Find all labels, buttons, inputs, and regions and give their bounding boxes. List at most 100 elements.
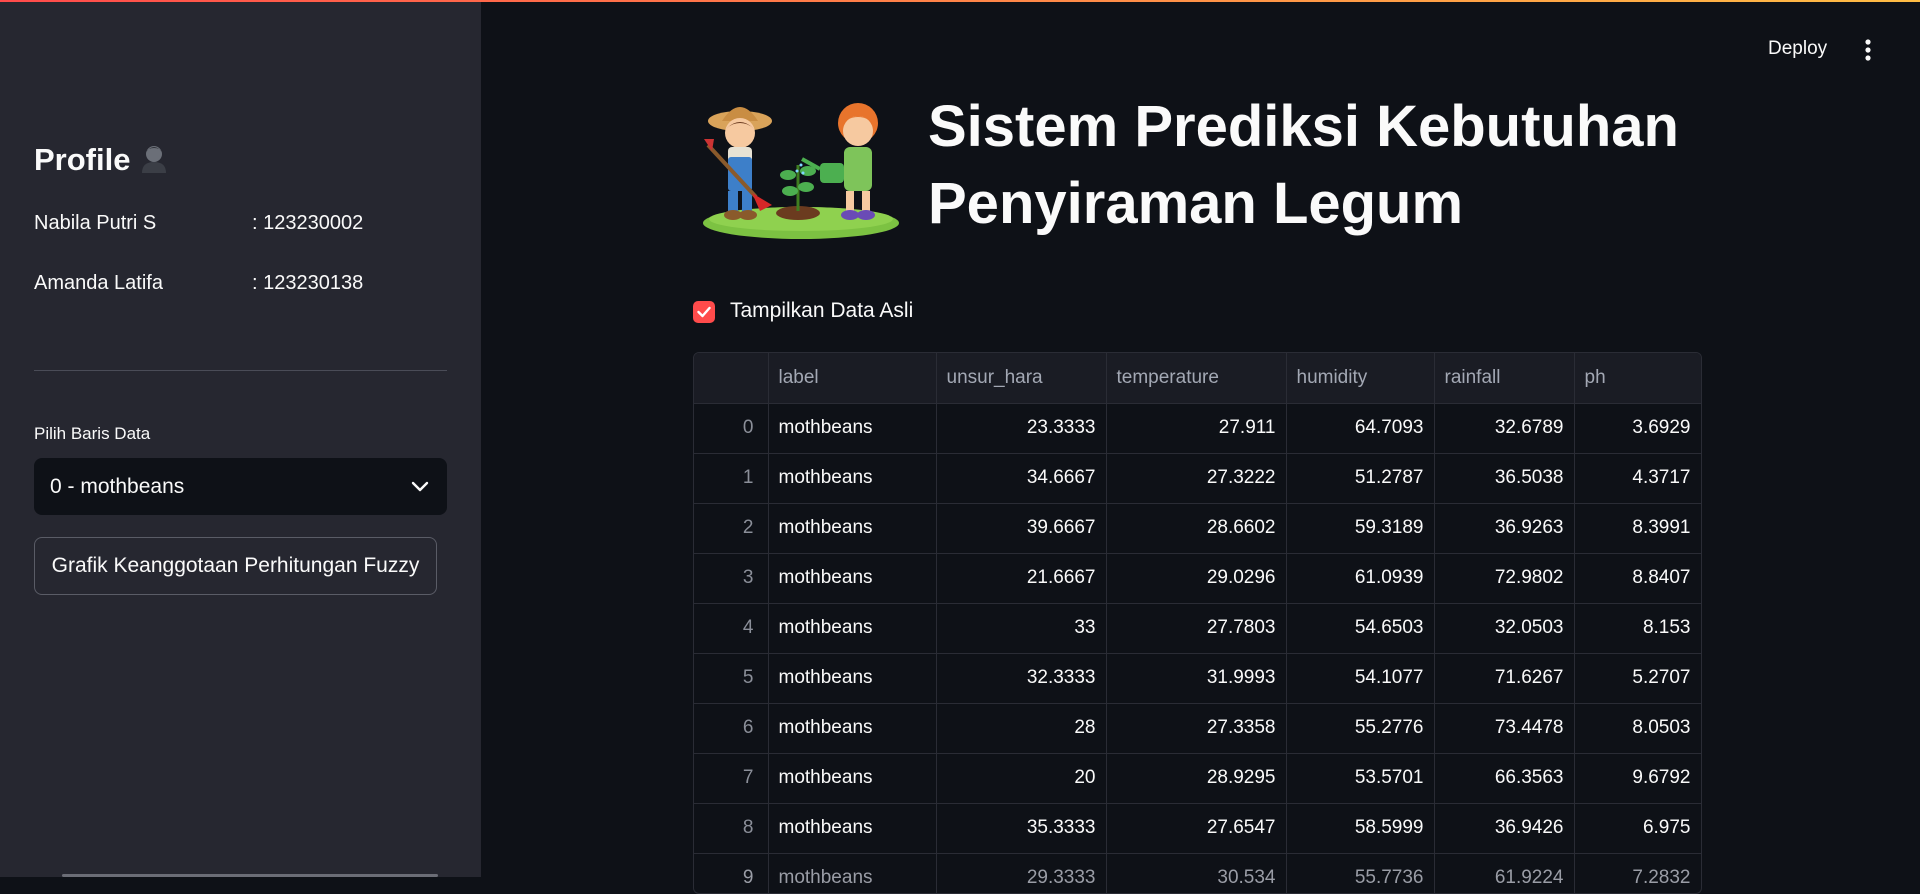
table-cell[interactable]: 32.0503 <box>1434 603 1575 654</box>
table-cell[interactable]: 53.5701 <box>1286 753 1435 804</box>
table-cell[interactable]: 58.5999 <box>1286 803 1435 854</box>
table-cell[interactable]: 27.6547 <box>1106 803 1287 854</box>
fuzzy-membership-chart-button[interactable]: Grafik Keanggotaan Perhitungan Fuzzy <box>34 537 437 595</box>
table-cell[interactable]: 4.3717 <box>1574 453 1701 504</box>
table-cell[interactable]: 61.0939 <box>1286 553 1435 604</box>
column-header-index[interactable] <box>694 353 769 404</box>
table-cell[interactable]: mothbeans <box>768 403 937 454</box>
column-header-ph[interactable]: ph <box>1574 353 1701 404</box>
table-cell[interactable]: 4 <box>694 603 769 654</box>
table-row: 1 mothbeans 34.6667 27.3222 51.2787 36.5038 4.… <box>694 453 1701 504</box>
table-cell[interactable]: mothbeans <box>768 653 937 704</box>
table-cell[interactable]: 51.2787 <box>1286 453 1435 504</box>
kids-gardening-illustration <box>698 93 904 243</box>
table-cell[interactable]: 55.7736 <box>1286 853 1435 893</box>
table-cell[interactable]: 21.6667 <box>936 553 1107 604</box>
profile-heading: Profile <box>34 142 170 182</box>
table-cell[interactable]: mothbeans <box>768 703 937 754</box>
table-cell[interactable]: 71.6267 <box>1434 653 1575 704</box>
table-cell[interactable]: 54.1077 <box>1286 653 1435 704</box>
table-cell[interactable]: 20 <box>936 753 1107 804</box>
column-header-temperature[interactable]: temperature <box>1106 353 1287 404</box>
table-cell[interactable]: 73.4478 <box>1434 703 1575 754</box>
table-cell[interactable]: 35.3333 <box>936 803 1107 854</box>
table-cell[interactable]: mothbeans <box>768 603 937 654</box>
table-cell[interactable]: mothbeans <box>768 453 937 504</box>
table-cell[interactable]: 8.8407 <box>1574 553 1701 604</box>
table-row: 5 mothbeans 32.3333 31.9993 54.1077 71.6267 5.… <box>694 653 1701 704</box>
table-cell[interactable]: 28.6602 <box>1106 503 1287 554</box>
app-top-decoration <box>0 0 1920 2</box>
row-select-dropdown[interactable]: 0 - mothbeans <box>34 458 447 515</box>
table-cell[interactable]: 8 <box>694 803 769 854</box>
table-cell[interactable]: 31.9993 <box>1106 653 1287 704</box>
table-cell[interactable]: mothbeans <box>768 753 937 804</box>
sidebar-divider <box>34 370 447 371</box>
table-cell[interactable]: 36.5038 <box>1434 453 1575 504</box>
table-cell[interactable]: mothbeans <box>768 553 937 604</box>
show-raw-data-checkbox[interactable] <box>693 301 715 323</box>
data-table[interactable]: label unsur_hara temperature humidity ra… <box>693 352 1702 894</box>
column-header-rainfall[interactable]: rainfall <box>1434 353 1575 404</box>
table-cell[interactable]: 72.9802 <box>1434 553 1575 604</box>
table-cell[interactable]: 7.2832 <box>1574 853 1701 893</box>
member-id: : 123230002 <box>252 212 364 234</box>
table-cell[interactable]: mothbeans <box>768 503 937 554</box>
table-cell[interactable]: 3 <box>694 553 769 604</box>
table-cell[interactable]: 7 <box>694 753 769 804</box>
deploy-button[interactable]: Deploy <box>1768 38 1827 60</box>
table-row: 0 mothbeans 23.3333 27.911 64.7093 32.6789 3.6… <box>694 403 1701 454</box>
table-cell[interactable]: 5.2707 <box>1574 653 1701 704</box>
table-cell[interactable]: 1 <box>694 453 769 504</box>
table-cell[interactable]: 59.3189 <box>1286 503 1435 554</box>
table-cell[interactable]: mothbeans <box>768 853 937 893</box>
table-row: 2 mothbeans 39.6667 28.6602 59.3189 36.9263 8.… <box>694 503 1701 554</box>
table-cell[interactable]: 29.0296 <box>1106 553 1287 604</box>
table-cell[interactable]: 8.153 <box>1574 603 1701 654</box>
table-cell[interactable]: 36.9426 <box>1434 803 1575 854</box>
kebab-menu-icon[interactable] <box>1858 38 1878 62</box>
table-cell[interactable]: 2 <box>694 503 769 554</box>
show-raw-data-label: Tampilkan Data Asli <box>730 299 914 322</box>
table-cell[interactable]: 6.975 <box>1574 803 1701 854</box>
table-cell[interactable]: mothbeans <box>768 803 937 854</box>
table-cell[interactable]: 5 <box>694 653 769 704</box>
table-cell[interactable]: 39.6667 <box>936 503 1107 554</box>
table-cell[interactable]: 64.7093 <box>1286 403 1435 454</box>
table-cell[interactable]: 54.6503 <box>1286 603 1435 654</box>
table-cell[interactable]: 36.9263 <box>1434 503 1575 554</box>
table-cell[interactable]: 27.911 <box>1106 403 1287 454</box>
column-header-humidity[interactable]: humidity <box>1286 353 1435 404</box>
table-cell[interactable]: 28.9295 <box>1106 753 1287 804</box>
table-cell[interactable]: 32.6789 <box>1434 403 1575 454</box>
column-header-label[interactable]: label <box>768 353 937 404</box>
table-row: 3 mothbeans 21.6667 29.0296 61.0939 72.9802 8.… <box>694 553 1701 604</box>
table-cell[interactable]: 8.3991 <box>1574 503 1701 554</box>
column-header-unsur-hara[interactable]: unsur_hara <box>936 353 1107 404</box>
table-cell[interactable]: 33 <box>936 603 1107 654</box>
member-row: Amanda Latifa : 123230138 <box>34 272 363 295</box>
page-title: Sistem Prediksi Kebutuhan Penyiraman Leg… <box>928 94 1679 236</box>
table-header-row: label unsur_hara temperature humidity ra… <box>694 353 1701 404</box>
table-cell[interactable]: 66.3563 <box>1434 753 1575 804</box>
table-cell[interactable]: 27.7803 <box>1106 603 1287 654</box>
table-cell[interactable]: 29.3333 <box>936 853 1107 893</box>
table-cell[interactable]: 0 <box>694 403 769 454</box>
table-cell[interactable]: 27.3358 <box>1106 703 1287 754</box>
table-cell[interactable]: 34.6667 <box>936 453 1107 504</box>
table-cell[interactable]: 32.3333 <box>936 653 1107 704</box>
table-cell[interactable]: 61.9224 <box>1434 853 1575 893</box>
table-cell[interactable]: 28 <box>936 703 1107 754</box>
chevron-down-icon <box>411 475 429 499</box>
table-cell[interactable]: 9.6792 <box>1574 753 1701 804</box>
member-row: Nabila Putri S : 123230002 <box>34 212 363 235</box>
table-cell[interactable]: 30.534 <box>1106 853 1287 893</box>
table-cell[interactable]: 6 <box>694 703 769 754</box>
table-cell[interactable]: 55.2776 <box>1286 703 1435 754</box>
row-select-value: 0 - mothbeans <box>50 474 185 498</box>
table-cell[interactable]: 27.3222 <box>1106 453 1287 504</box>
table-cell[interactable]: 9 <box>694 853 769 893</box>
table-cell[interactable]: 23.3333 <box>936 403 1107 454</box>
table-cell[interactable]: 8.0503 <box>1574 703 1701 754</box>
table-cell[interactable]: 3.6929 <box>1574 403 1701 454</box>
